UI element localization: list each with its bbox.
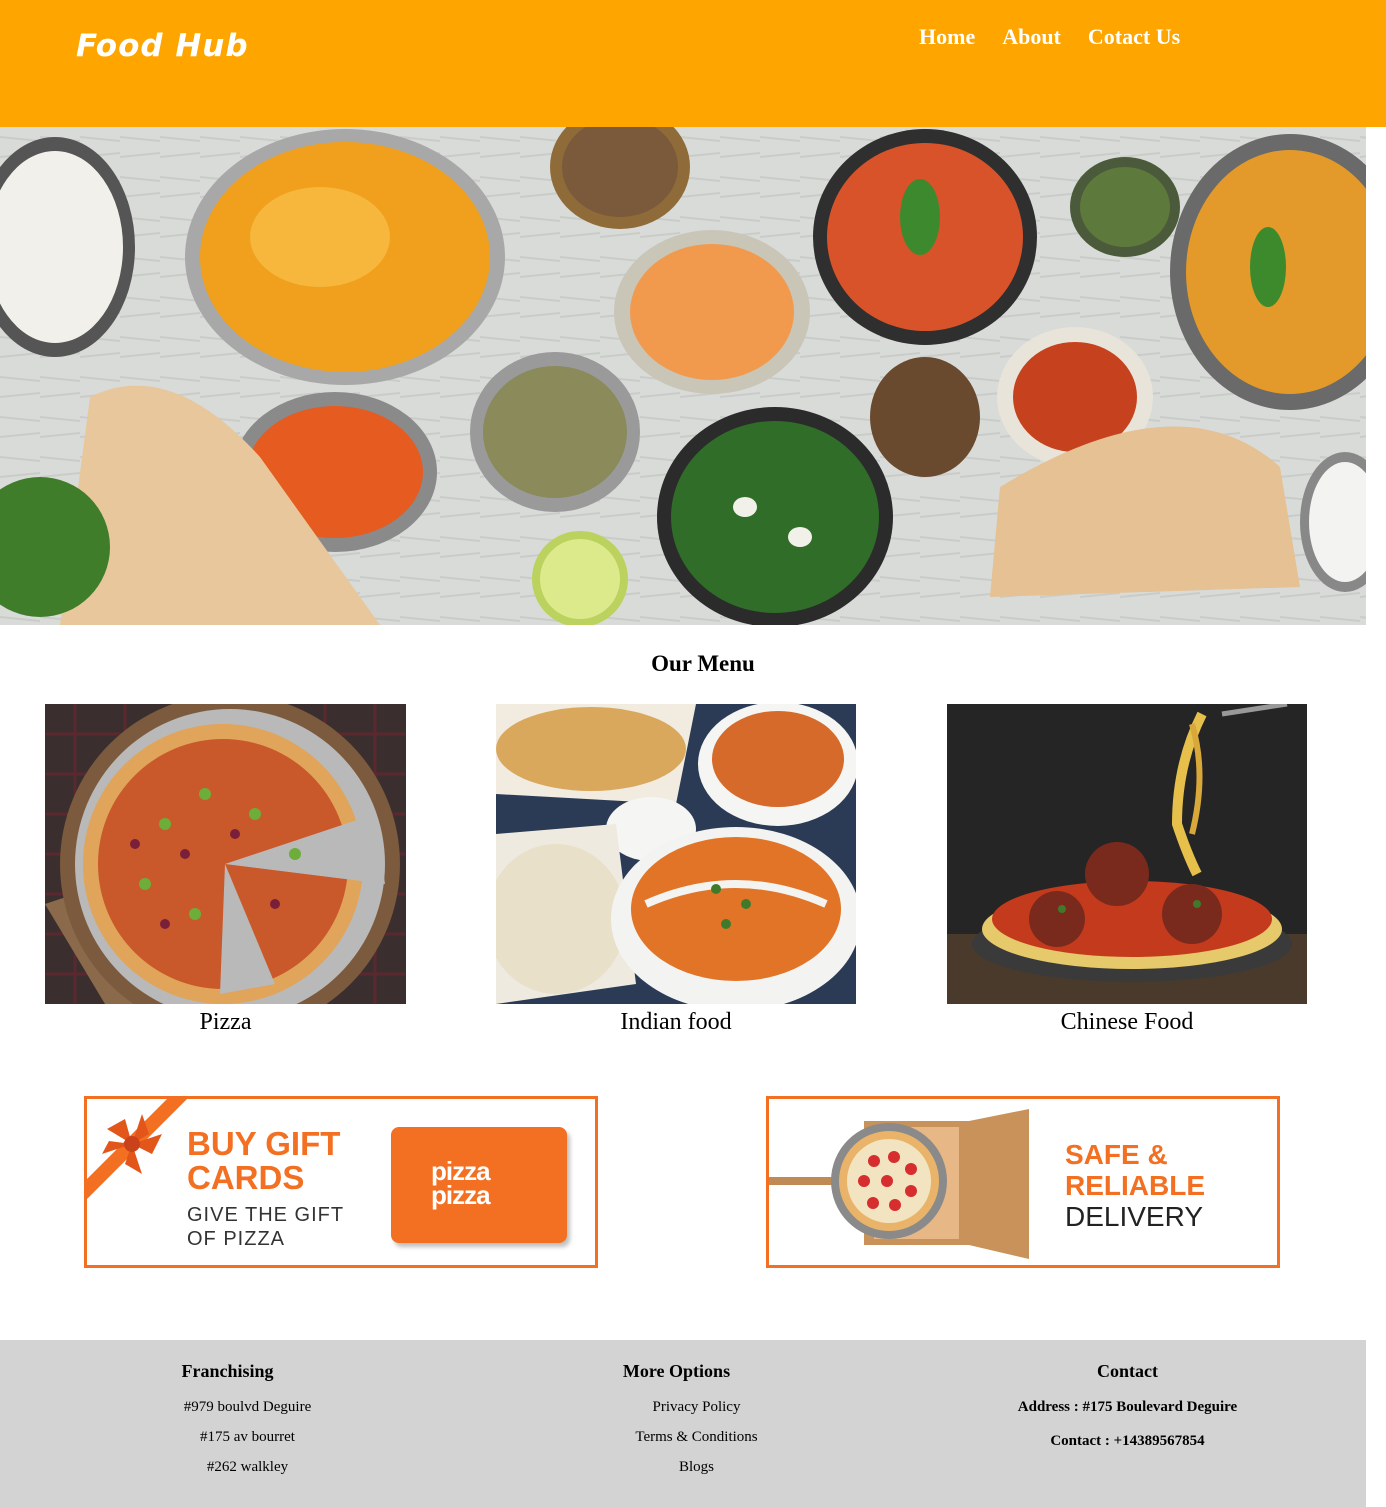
footer-more-title: More Options [622,1361,731,1381]
menu-item-label: Pizza [199,1009,252,1035]
pizza-logo: pizza pizza [431,1158,491,1210]
franchise-location: #262 walkley [206,1459,289,1475]
menu-card-indian[interactable]: Indian food [496,704,856,1036]
franchise-location: #979 boulvd Deguire [183,1399,312,1415]
menu-item-label: Chinese Food [1060,1009,1194,1035]
gift-sub-line1: GIVE THE GIFT [187,1204,345,1226]
nav-about-link[interactable]: About [1002,24,1061,50]
brand-logo[interactable]: Food Hub [76,28,249,64]
gift-card-image: pizza pizza [391,1127,567,1243]
footer-franchising-title: Franchising [181,1361,274,1381]
gift-heading-line1: BUY GIFT [187,1125,341,1162]
contact-phone: Contact : +14389567854 [1050,1433,1205,1449]
blogs-link[interactable]: Blogs [679,1459,714,1475]
privacy-policy-link[interactable]: Privacy Policy [653,1399,741,1415]
pizza-image[interactable] [45,704,406,1004]
logo-word-bottom: pizza [431,1180,491,1210]
delivery-heading-line2: RELIABLE [1065,1170,1205,1201]
delivery-heading-line1: SAFE & [1065,1139,1168,1170]
main-nav: Home About Cotact Us [919,24,1180,50]
gift-card-banner[interactable]: BUY GIFT CARDS GIVE THE GIFT OF PIZZA pi… [84,1096,598,1268]
gift-sub-line2: OF PIZZA [187,1228,285,1250]
footer-more-options: More Options Privacy Policy Terms & Cond… [449,1340,904,1482]
menu-title: Our Menu [651,651,755,676]
site-footer: Franchising #979 boulvd Deguire #175 av … [0,1340,1366,1507]
delivery-heading-line3: DELIVERY [1065,1201,1203,1232]
indian-food-image[interactable] [496,704,856,1004]
site-header: Food Hub Home About Cotact Us [0,0,1386,127]
pizza-delivery-icon [769,1109,1029,1259]
terms-link[interactable]: Terms & Conditions [635,1429,757,1445]
menu-card-pizza[interactable]: Pizza [45,704,406,1036]
delivery-banner[interactable]: SAFE & RELIABLE DELIVERY [766,1096,1280,1268]
contact-address: Address : #175 Boulevard Deguire [1017,1399,1238,1415]
nav-contact-link[interactable]: Cotact Us [1088,24,1180,50]
footer-contact-title: Contact [1097,1361,1158,1381]
footer-franchising: Franchising #979 boulvd Deguire #175 av … [0,1340,455,1482]
gift-heading-line2: CARDS [187,1159,305,1196]
nav-home-link[interactable]: Home [919,24,975,50]
chinese-food-image[interactable] [947,704,1307,1004]
menu-card-chinese[interactable]: Chinese Food [947,704,1307,1036]
franchise-location: #175 av bourret [200,1429,295,1445]
hero-food-image [0,127,1366,625]
footer-contact: Contact Address : #175 Boulevard Deguire… [900,1340,1355,1458]
menu-item-label: Indian food [620,1009,732,1035]
